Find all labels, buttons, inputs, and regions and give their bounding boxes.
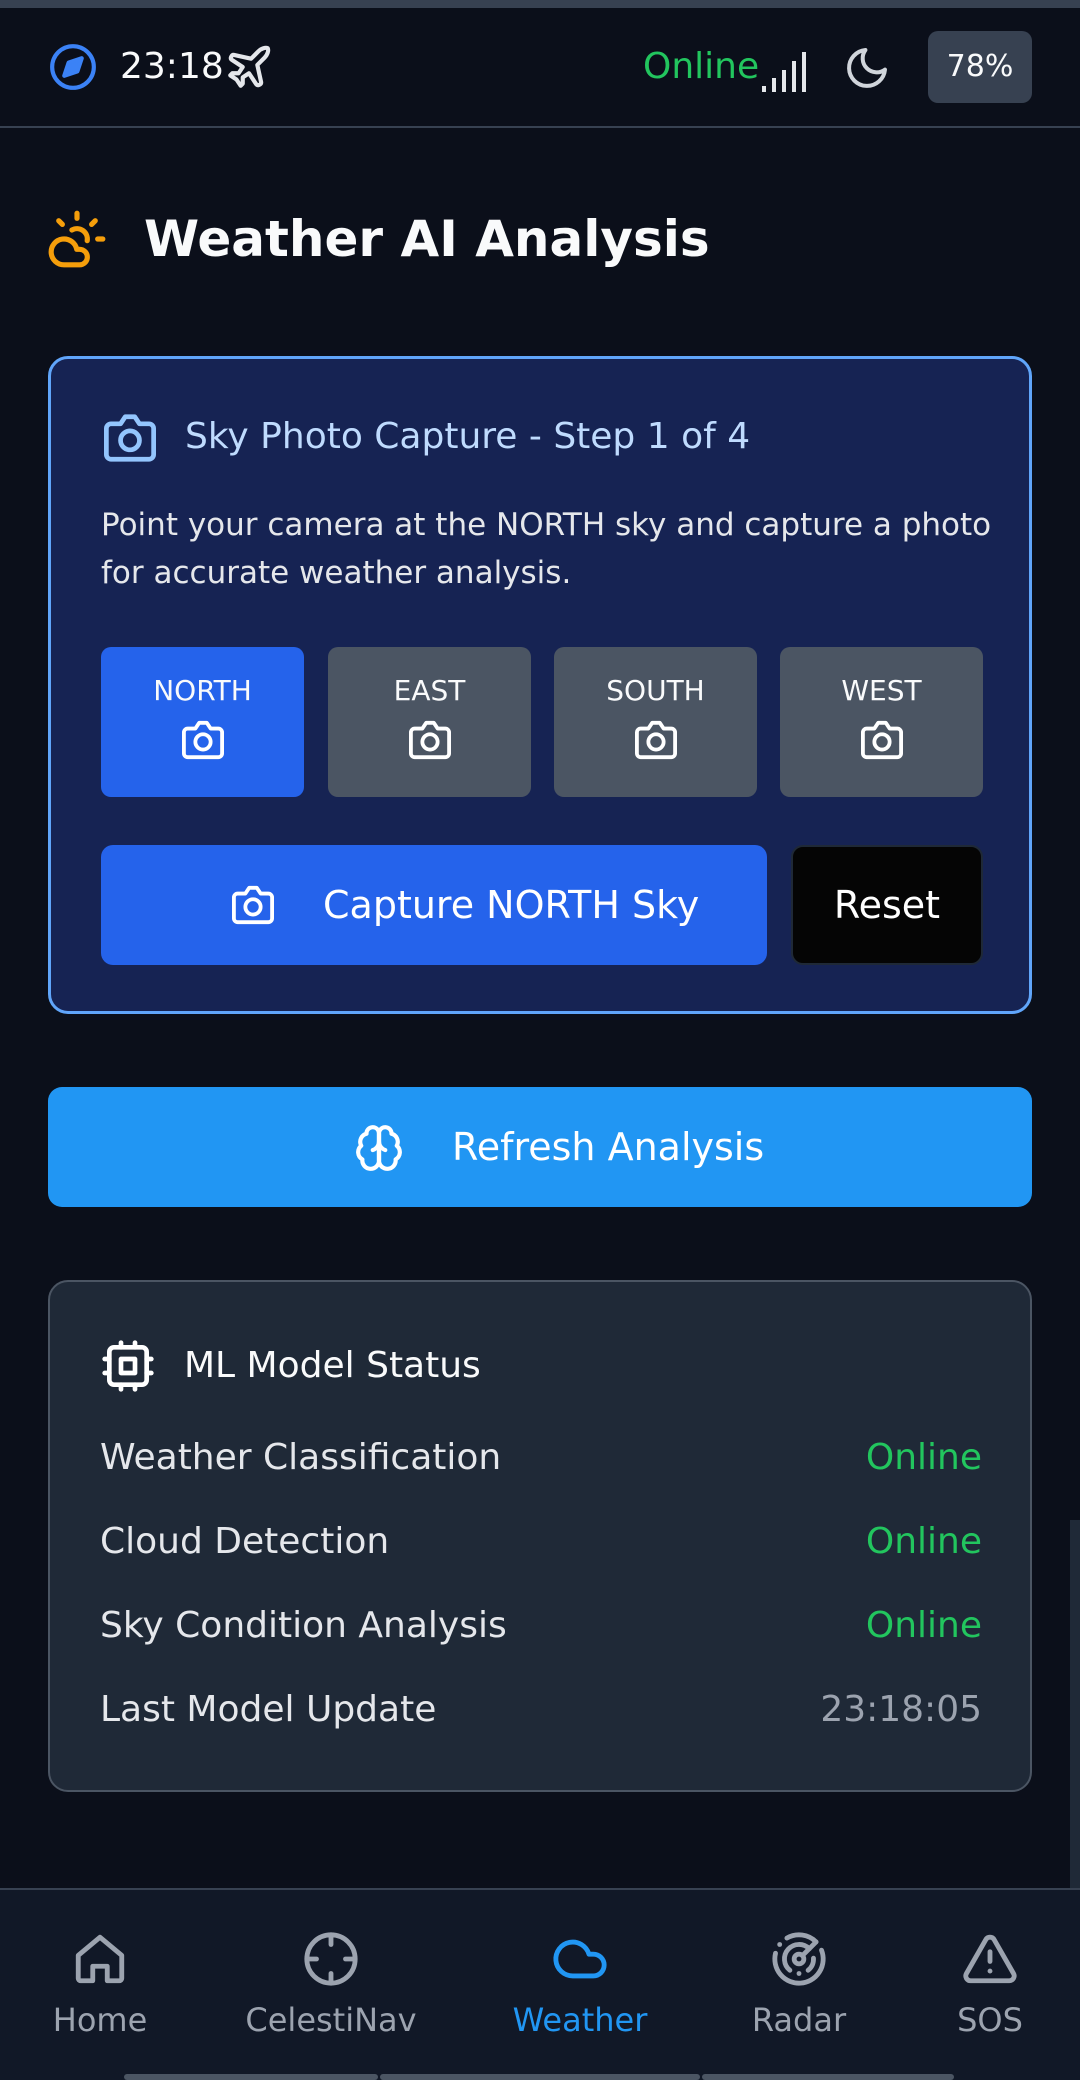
camera-icon (232, 885, 275, 925)
nav-home[interactable]: Home (0, 1930, 200, 2050)
radar-icon (772, 1932, 826, 1986)
camera-icon (104, 414, 156, 462)
plane-icon (228, 45, 271, 88)
direction-label: EAST (393, 674, 466, 707)
model-name: Weather Classification (100, 1437, 502, 1478)
camera-icon (634, 720, 677, 760)
ml-status-card: ML Model Status Weather Classification O… (48, 1280, 1032, 1792)
signal-icon (762, 52, 806, 92)
scrollbar[interactable] (1070, 1520, 1080, 1888)
capture-sky-button[interactable]: Capture NORTH Sky (101, 845, 767, 965)
direction-north-button[interactable]: NORTH (101, 647, 304, 797)
ml-status-row: Cloud Detection Online (100, 1514, 982, 1570)
model-name: Cloud Detection (100, 1521, 390, 1562)
camera-icon (860, 720, 903, 760)
crosshair-icon (304, 1932, 358, 1986)
nav-radar[interactable]: Radar (699, 1930, 899, 2050)
cloud-sun-icon (48, 210, 106, 268)
battery-badge: 78% (928, 31, 1032, 103)
camera-icon (181, 720, 224, 760)
refresh-button-label: Refresh Analysis (452, 1125, 765, 1169)
capture-button-label: Capture NORTH Sky (323, 883, 700, 927)
direction-south-button[interactable]: SOUTH (554, 647, 757, 797)
nav-label: Radar (751, 2001, 847, 2039)
direction-label: NORTH (153, 674, 252, 707)
nav-label: Weather (512, 2001, 648, 2039)
nav-weather[interactable]: Weather (480, 1930, 680, 2050)
status-bar: 23:18 Online 78% (0, 8, 1080, 128)
nav-label: Home (52, 2001, 148, 2039)
model-status: Online (865, 1437, 982, 1478)
capture-title: Sky Photo Capture - Step 1 of 4 (185, 416, 751, 457)
direction-east-button[interactable]: EAST (328, 647, 531, 797)
model-status: Online (865, 1605, 982, 1646)
ml-status-title: ML Model Status (184, 1345, 481, 1386)
bottom-nav: Home CelestiNav Weather Radar SOS (0, 1888, 1080, 2080)
compass-icon (50, 44, 96, 90)
nav-celestinav[interactable]: CelestiNav (231, 1930, 431, 2050)
home-icon (75, 1934, 125, 1984)
ml-status-row: Weather Classification Online (100, 1430, 982, 1486)
gesture-bar (124, 2074, 378, 2080)
nav-label: CelestiNav (245, 2001, 417, 2039)
last-update-value: 23:18:05 (820, 1689, 982, 1730)
refresh-analysis-button[interactable]: Refresh Analysis (48, 1087, 1032, 1207)
clock-time: 23:18 (120, 46, 224, 87)
connection-status: Online (643, 46, 760, 87)
page-title: Weather AI Analysis (144, 210, 710, 268)
ml-status-row: Sky Condition Analysis Online (100, 1598, 982, 1654)
brain-icon (356, 1125, 402, 1171)
model-status: Online (865, 1521, 982, 1562)
capture-description: Point your camera at the NORTH sky and c… (101, 507, 992, 591)
last-update-label: Last Model Update (100, 1689, 437, 1730)
model-name: Sky Condition Analysis (100, 1605, 507, 1646)
direction-west-button[interactable]: WEST (780, 647, 983, 797)
alert-triangle-icon (963, 1934, 1017, 1984)
gesture-bar (702, 2074, 954, 2080)
moon-icon[interactable] (843, 44, 891, 92)
direction-label: WEST (841, 674, 922, 707)
nav-sos[interactable]: SOS (890, 1930, 1080, 2050)
sky-capture-card: Sky Photo Capture - Step 1 of 4 Point yo… (48, 356, 1032, 1014)
gesture-bar (380, 2074, 700, 2080)
top-edge (0, 0, 1080, 8)
direction-label: SOUTH (606, 674, 705, 707)
cloud-icon (553, 1939, 607, 1979)
ml-status-row: Last Model Update 23:18:05 (100, 1682, 982, 1738)
camera-icon (408, 720, 451, 760)
cpu-icon (102, 1340, 154, 1392)
nav-label: SOS (957, 2001, 1023, 2039)
reset-button[interactable]: Reset (791, 845, 983, 965)
